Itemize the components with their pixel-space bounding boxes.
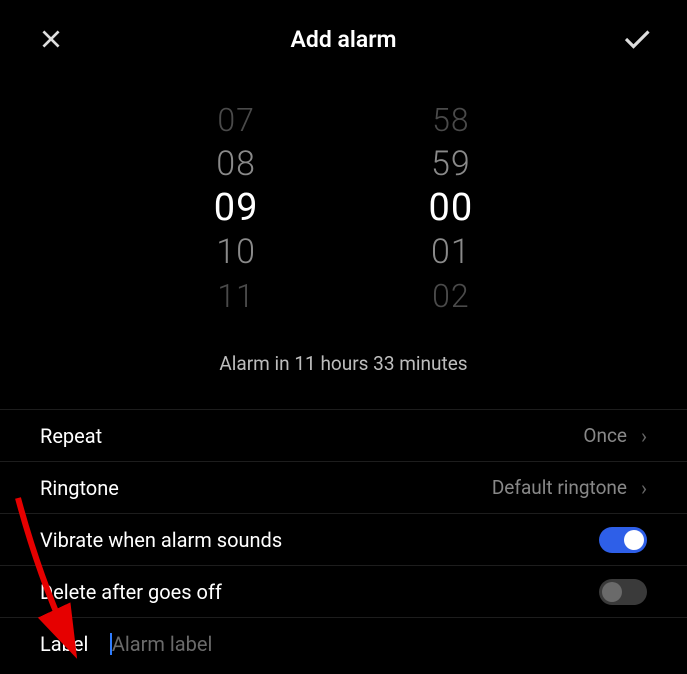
label-input[interactable]: Alarm label [110,632,212,656]
minute-option[interactable]: 59 [431,142,471,186]
delete-after-toggle[interactable] [599,579,647,605]
chevron-right-icon: › [641,424,647,448]
minute-option[interactable]: 02 [432,274,470,318]
toggle-knob [602,582,622,602]
ringtone-value-group: Default ringtone › [492,476,647,500]
chevron-right-icon: › [641,476,647,500]
minute-option[interactable]: 01 [431,230,471,274]
vibrate-row: Vibrate when alarm sounds [0,513,687,565]
settings-list: Repeat Once › Ringtone Default ringtone … [0,409,687,669]
header: Add alarm [0,0,687,60]
hour-option[interactable]: 08 [216,142,256,186]
repeat-row[interactable]: Repeat Once › [0,409,687,461]
repeat-label: Repeat [40,424,102,448]
time-picker[interactable]: 07 08 09 10 11 58 59 00 01 02 [0,98,687,318]
ringtone-row[interactable]: Ringtone Default ringtone › [0,461,687,513]
page-title: Add alarm [291,26,397,53]
vibrate-label: Vibrate when alarm sounds [40,528,282,552]
hour-option[interactable]: 11 [217,274,255,318]
ringtone-value: Default ringtone [492,476,627,499]
ringtone-label: Ringtone [40,476,119,500]
repeat-value-group: Once › [583,424,647,448]
label-field-label: Label [40,632,88,656]
hour-option[interactable]: 10 [216,230,256,274]
delete-after-row: Delete after goes off [0,565,687,617]
repeat-value: Once [583,424,627,447]
hour-option[interactable]: 07 [217,98,255,142]
minute-option[interactable]: 58 [432,98,470,142]
label-placeholder: Alarm label [112,632,213,656]
check-icon[interactable] [621,24,651,54]
minute-picker[interactable]: 58 59 00 01 02 [429,98,474,318]
delete-after-label: Delete after goes off [40,580,222,604]
hour-selected[interactable]: 09 [214,186,259,230]
minute-selected[interactable]: 00 [429,186,474,230]
alarm-status-text: Alarm in 11 hours 33 minutes [0,352,687,375]
hour-picker[interactable]: 07 08 09 10 11 [214,98,259,318]
label-row[interactable]: Label Alarm label [0,617,687,669]
close-icon[interactable] [36,24,66,54]
toggle-knob [624,530,644,550]
vibrate-toggle[interactable] [599,527,647,553]
